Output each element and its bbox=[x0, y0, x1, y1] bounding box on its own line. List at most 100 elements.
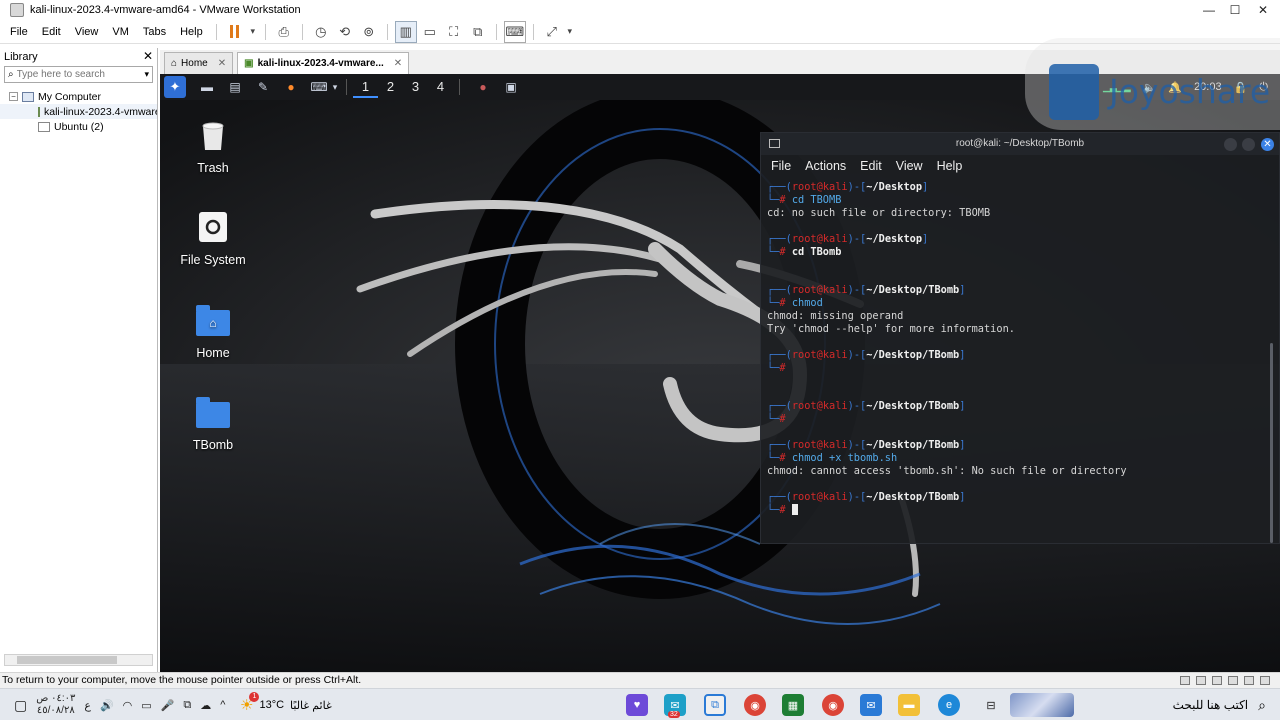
menu-help[interactable]: Help bbox=[173, 20, 210, 44]
usb-icon[interactable] bbox=[1228, 676, 1238, 685]
desktop-icon-tbomb[interactable]: TBomb bbox=[168, 397, 258, 452]
taskbar-vmware-icon[interactable]: ⧉ bbox=[704, 694, 726, 716]
library-close-icon[interactable]: ✕ bbox=[143, 49, 153, 63]
snapshot-manager-icon[interactable]: ⊚ bbox=[358, 21, 380, 43]
taskbar-mail-icon[interactable]: 32 ✉ bbox=[664, 694, 686, 718]
show-library-icon[interactable]: ▥ bbox=[394, 20, 417, 43]
terminal-output[interactable]: ┌──(root@kali)-[~/Desktop] └─# cd TBOMB cd… bbox=[761, 177, 1279, 521]
microphone-icon[interactable]: 🎤 bbox=[161, 699, 175, 712]
stretch-dropdown-icon[interactable]: ▾ bbox=[565, 21, 575, 43]
tab-kali[interactable]: ▣ kali-linux-2023.4-vmware... ✕ bbox=[237, 52, 410, 74]
tray-onedrive-icon[interactable]: ☁ bbox=[200, 699, 211, 712]
minimize-button[interactable]: — bbox=[1196, 0, 1222, 20]
menu-tabs[interactable]: Tabs bbox=[136, 20, 173, 44]
show-hidden-icons[interactable]: ^ bbox=[220, 699, 225, 711]
console-view-icon[interactable]: ⌨ bbox=[503, 20, 526, 43]
input-language[interactable]: ع bbox=[84, 699, 91, 712]
full-screen-icon[interactable]: ⛶ bbox=[443, 21, 465, 43]
hdd-icon[interactable] bbox=[1180, 676, 1190, 685]
terminal-titlebar[interactable]: root@kali: ~/Desktop/TBomb ✕ bbox=[761, 133, 1279, 155]
taskbar-explorer-icon[interactable]: ▬ bbox=[898, 694, 920, 716]
terminal-launcher-icon[interactable]: ⌨ bbox=[308, 77, 330, 97]
terminal-menu-file[interactable]: File bbox=[771, 159, 791, 173]
text-editor-icon[interactable]: ✎ bbox=[252, 77, 274, 97]
maximize-button[interactable]: ☐ bbox=[1222, 0, 1248, 20]
menu-vm[interactable]: VM bbox=[105, 20, 136, 44]
sound-icon[interactable] bbox=[1244, 676, 1254, 685]
send-ctrl-alt-del-icon[interactable]: ⎙ bbox=[273, 21, 295, 43]
network-icon[interactable] bbox=[1212, 676, 1222, 685]
taskbar-excel-icon[interactable]: ▦ bbox=[782, 694, 804, 716]
workspace-1[interactable]: 1 bbox=[353, 76, 378, 98]
terminal-window[interactable]: root@kali: ~/Desktop/TBomb ✕ File Action… bbox=[760, 132, 1280, 544]
battery-icon[interactable]: ▭ bbox=[141, 699, 151, 712]
thumbnail-bar-icon[interactable]: ▭ bbox=[419, 21, 441, 43]
tree-item-kali[interactable]: kali-linux-2023.4-vmware bbox=[0, 104, 157, 119]
taskbar-app-icon[interactable]: ♥ bbox=[626, 694, 648, 716]
menu-file[interactable]: File bbox=[3, 20, 35, 44]
taskbar-chrome-icon[interactable]: ◉ bbox=[744, 694, 766, 716]
revert-snapshot-icon[interactable]: ⟲ bbox=[334, 21, 356, 43]
tree-item-my-computer[interactable]: − My Computer bbox=[0, 89, 157, 104]
volume-icon[interactable]: 🔊 bbox=[100, 699, 114, 712]
terminal-close-button[interactable]: ✕ bbox=[1261, 138, 1274, 151]
pause-button[interactable] bbox=[224, 21, 246, 43]
wifi-icon[interactable]: ◠ bbox=[123, 699, 133, 712]
terminal-scrollbar[interactable] bbox=[1270, 343, 1273, 543]
terminal-command: chmod bbox=[791, 297, 823, 310]
task-view-icon[interactable]: ⊟ bbox=[980, 694, 1002, 716]
search-dropdown-icon[interactable]: ▾ bbox=[144, 69, 149, 80]
terminal-menu-edit[interactable]: Edit bbox=[860, 159, 882, 173]
file-manager-icon[interactable]: ▤ bbox=[224, 77, 246, 97]
prompt-cwd: ~/Desktop bbox=[866, 232, 923, 245]
taskbar-outlook-icon[interactable]: ✉ bbox=[860, 694, 882, 716]
display-icon[interactable] bbox=[1260, 676, 1270, 685]
library-search[interactable]: ⌕ ▾ bbox=[4, 66, 153, 83]
workspace-4[interactable]: 4 bbox=[428, 76, 453, 98]
taskbar-chrome-icon[interactable]: ◉ bbox=[822, 694, 844, 716]
terminal-maximize-button[interactable] bbox=[1242, 138, 1255, 151]
show-desktop-icon[interactable]: ▬ bbox=[196, 77, 218, 97]
tab-close-icon[interactable]: ✕ bbox=[218, 58, 226, 69]
desktop-icon-home[interactable]: ⌂ Home bbox=[168, 305, 258, 360]
terminal-menu-actions[interactable]: Actions bbox=[805, 159, 846, 173]
notification-center-icon[interactable]: ▢ bbox=[14, 697, 27, 714]
workspace-2[interactable]: 2 bbox=[378, 76, 403, 98]
taskbar-edge-icon[interactable]: e bbox=[938, 694, 960, 716]
library-search-input[interactable] bbox=[16, 69, 125, 80]
unity-icon[interactable]: ⧉ bbox=[467, 21, 489, 43]
vmware-tray-icon[interactable]: ⧉ bbox=[183, 699, 191, 712]
prompt-host: kali bbox=[822, 400, 848, 413]
prompt-decoration: )-[ bbox=[847, 400, 867, 413]
desktop-icon-file-system[interactable]: File System bbox=[168, 210, 258, 267]
firefox-icon[interactable]: ● bbox=[280, 77, 302, 97]
taskbar-clock[interactable]: ٠٤:٠٣ ص ٤٥/٠٨/٢٨ bbox=[36, 693, 75, 717]
library-horizontal-scrollbar[interactable] bbox=[4, 654, 153, 666]
kali-menu-icon[interactable]: ✦ bbox=[164, 76, 186, 98]
tab-home[interactable]: ⌂ Home ✕ bbox=[164, 52, 234, 74]
tree-item-ubuntu[interactable]: Ubuntu (2) bbox=[0, 119, 157, 134]
prompt-decoration: )-[ bbox=[847, 181, 867, 193]
terminal-minimize-button[interactable] bbox=[1224, 138, 1237, 151]
menu-view[interactable]: View bbox=[68, 20, 106, 44]
menu-edit[interactable]: Edit bbox=[35, 20, 68, 44]
pause-dropdown-icon[interactable]: ▾ bbox=[248, 21, 258, 43]
stretch-guest-icon[interactable]: ⤢ bbox=[541, 21, 563, 43]
taskbar-search[interactable]: اكتب هنا للبحث ⌕ bbox=[1010, 689, 1266, 721]
guest-screen[interactable]: ✦ ▬ ▤ ✎ ● ⌨ ▾ 1 2 3 4 ● ▣ ▁▃▁▂ 🔈 🔔 20:03… bbox=[160, 74, 1280, 672]
desktop-icon-trash[interactable]: Trash bbox=[168, 118, 258, 175]
cdrom-icon[interactable] bbox=[1196, 676, 1206, 685]
app-window-icon[interactable]: ● bbox=[472, 77, 494, 97]
close-button[interactable]: ✕ bbox=[1250, 0, 1276, 20]
terminal-menu-help[interactable]: Help bbox=[937, 159, 963, 173]
terminal-window-icon[interactable]: ▣ bbox=[500, 77, 522, 97]
snapshot-icon[interactable]: ◷ bbox=[310, 21, 332, 43]
tab-close-icon[interactable]: ✕ bbox=[394, 58, 402, 69]
terminal-prompt-line: ┌──(root@kali)-[~/Desktop/TBomb] bbox=[767, 284, 1273, 297]
terminal-menu-view[interactable]: View bbox=[896, 159, 923, 173]
workspace-3[interactable]: 3 bbox=[403, 76, 428, 98]
collapse-icon[interactable]: − bbox=[9, 92, 18, 101]
terminal-command-line: └─# chmod bbox=[767, 297, 1273, 310]
weather-widget[interactable]: ☀ 1 13°C غائم غالبًا bbox=[240, 689, 332, 721]
terminal-dropdown-icon[interactable]: ▾ bbox=[330, 77, 340, 97]
